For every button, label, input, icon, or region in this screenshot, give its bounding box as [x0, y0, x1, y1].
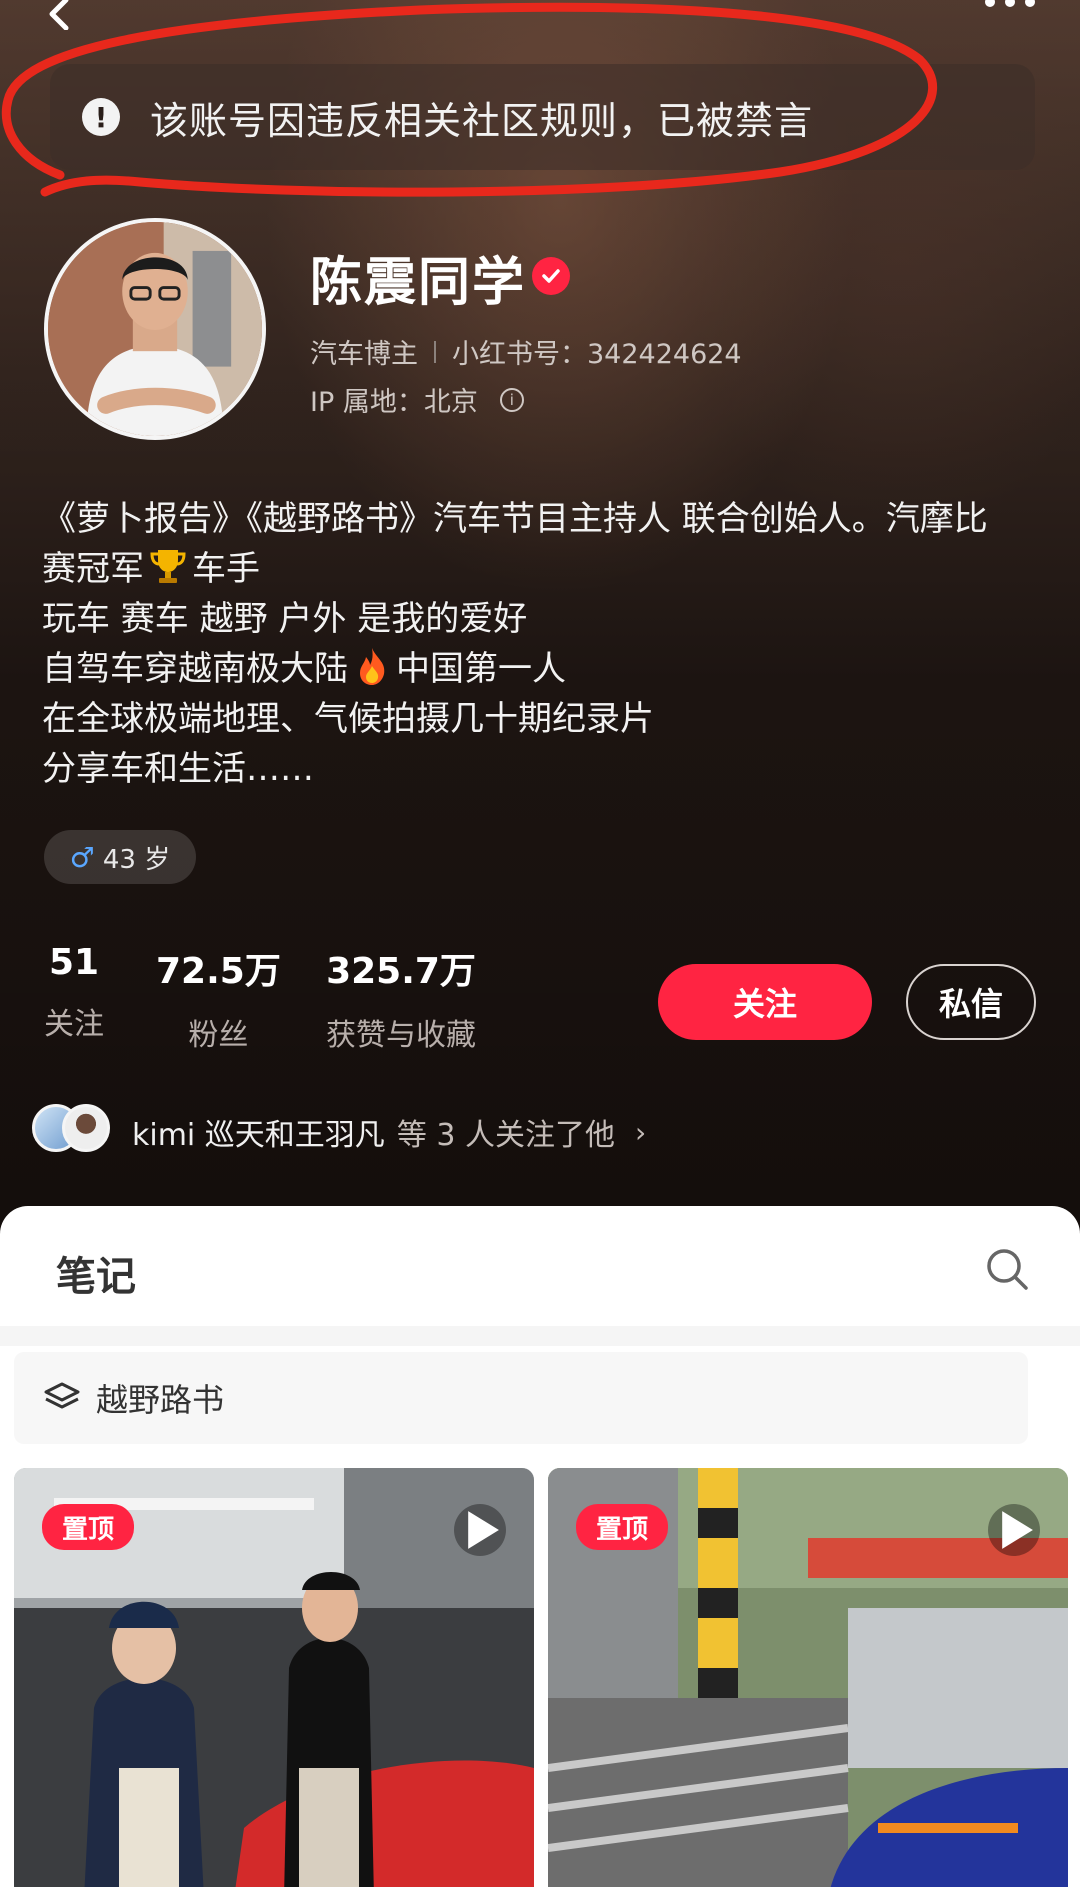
likes-label: 获赞与收藏 — [326, 1018, 476, 1053]
note-card[interactable]: 置顶 — [548, 1468, 1068, 1887]
bio-line: 玩车 赛车 越野 户外 是我的爱好 — [42, 599, 528, 639]
profile-meta: 汽车博主 小红书号：342424624 — [310, 332, 742, 371]
collection-label: 越野路书 — [96, 1381, 225, 1419]
more-icon[interactable] — [980, 0, 1040, 14]
divider — [0, 1326, 1080, 1346]
ip-location-row: IP 属地：北京 i — [310, 380, 524, 419]
likes-count: 325.7万 — [326, 951, 476, 992]
pin-badge: 置顶 — [576, 1504, 668, 1550]
meta-divider — [434, 340, 436, 363]
mutual-avatars[interactable] — [32, 1104, 112, 1154]
nickname: 陈震同学 — [310, 253, 527, 313]
warning-icon: ! — [82, 98, 120, 136]
ban-notice-text: 该账号因违反相关社区规则，已被禁言 — [150, 98, 814, 143]
bio-line: 赛冠军 车手 — [42, 544, 1042, 594]
trophy-icon — [150, 550, 186, 583]
bio-text: 车手 — [192, 549, 260, 589]
stat-following[interactable]: 51 关注 — [44, 942, 104, 1043]
stat-likes[interactable]: 325.7万 获赞与收藏 — [326, 942, 476, 1054]
layers-icon — [44, 1382, 80, 1409]
fire-icon — [360, 648, 385, 685]
avatar[interactable] — [44, 218, 266, 440]
ip-location: IP 属地：北京 — [310, 387, 478, 418]
play-icon — [454, 1504, 506, 1556]
avatar — [62, 1104, 110, 1152]
chevron-right-icon: › — [634, 1115, 647, 1149]
collection-bar[interactable]: 越野路书 — [14, 1352, 1028, 1444]
bio-line: 《萝卜报告》《越野路书》汽车节目主持人 联合创始人。汽摩比 — [42, 499, 988, 539]
notes-panel: 笔记 越野路书 置顶 置顶 — [0, 1206, 1080, 1887]
play-icon — [988, 1504, 1040, 1556]
stat-followers[interactable]: 72.5万 粉丝 — [156, 942, 281, 1054]
note-card[interactable]: 置顶 — [14, 1468, 534, 1887]
bio-text: 自驾车穿越南极大陆 — [42, 649, 348, 689]
bio-line: 在全球极端地理、气候拍摄几十期纪录片 — [42, 699, 654, 739]
mutual-suffix: 等 3 人关注了他 — [396, 1118, 615, 1153]
message-button[interactable]: 私信 — [906, 964, 1036, 1040]
age-label: 43 岁 — [102, 844, 171, 875]
category-label: 汽车博主 — [310, 339, 418, 370]
search-icon[interactable] — [984, 1246, 1030, 1292]
bio-text: 中国第一人 — [396, 649, 566, 689]
mutual-names: kimi 巡天和王羽凡 — [132, 1118, 385, 1153]
info-icon[interactable]: i — [499, 387, 524, 412]
bio: 《萝卜报告》《越野路书》汽车节目主持人 联合创始人。汽摩比 赛冠军 车手 玩车 … — [42, 494, 1042, 794]
pin-badge: 置顶 — [42, 1504, 134, 1550]
age-tag: ♂ 43 岁 — [44, 830, 196, 884]
following-count: 51 — [48, 942, 100, 983]
male-icon: ♂ — [69, 840, 95, 874]
follow-button[interactable]: 关注 — [658, 964, 872, 1040]
bio-line: 分享车和生活…… — [42, 749, 314, 789]
followers-label: 粉丝 — [188, 1018, 249, 1053]
account-id: 小红书号：342424624 — [452, 339, 742, 370]
verified-icon — [532, 257, 570, 295]
following-label: 关注 — [44, 1007, 104, 1042]
followers-count: 72.5万 — [156, 951, 281, 992]
mutual-followers-row[interactable]: kimi 巡天和王羽凡 等 3 人关注了他 › — [132, 1110, 646, 1154]
bio-line: 自驾车穿越南极大陆 中国第一人 — [42, 644, 1042, 694]
tab-notes[interactable]: 笔记 — [56, 1244, 136, 1302]
ban-notice: ! 该账号因违反相关社区规则，已被禁言 — [50, 64, 1035, 170]
bio-text: 赛冠军 — [42, 549, 144, 589]
back-icon[interactable] — [44, 0, 84, 30]
